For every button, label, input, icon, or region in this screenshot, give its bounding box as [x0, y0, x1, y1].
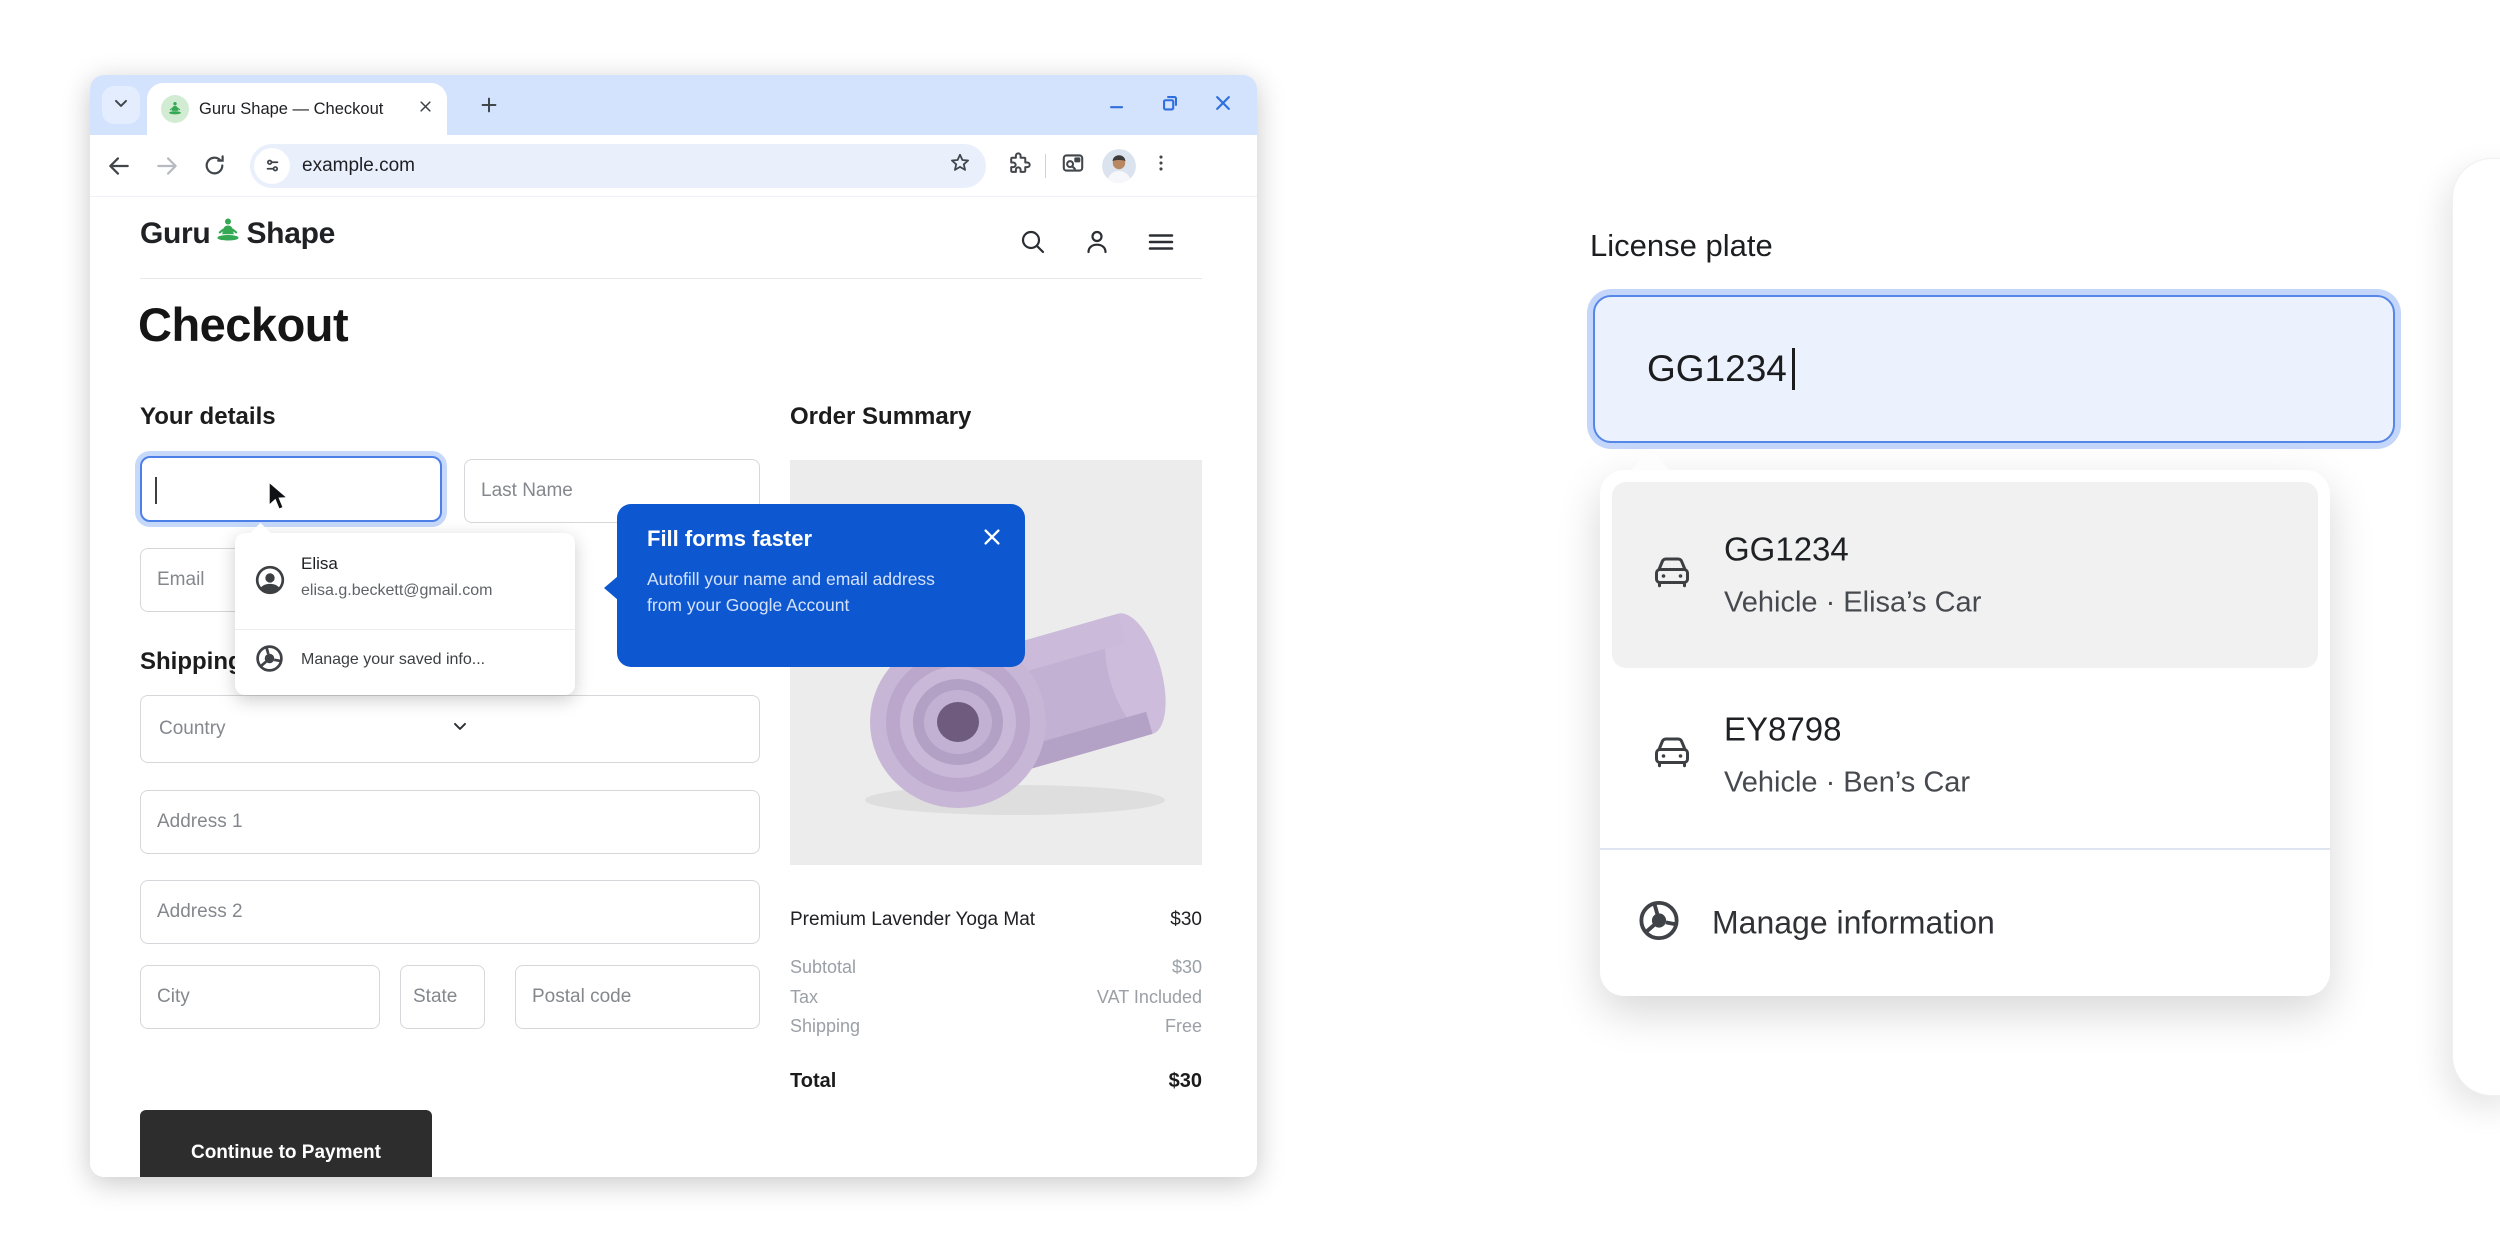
vehicle-plate: EY8798: [1724, 711, 1970, 749]
autofill-email: elisa.g.beckett@gmail.com: [301, 582, 492, 600]
menu-hamburger-icon[interactable]: [1146, 227, 1176, 262]
tab-guru-shape-checkout[interactable]: Guru Shape — Checkout: [147, 83, 447, 135]
bubble-close-icon[interactable]: [981, 526, 1003, 548]
chrome-icon: [254, 643, 285, 679]
subtotal-label: Subtotal: [790, 957, 856, 978]
minimize-button[interactable]: [1107, 93, 1127, 118]
tax-label: Tax: [790, 987, 818, 1008]
extensions-icon[interactable]: [1006, 151, 1031, 181]
subtotal-value: $30: [1172, 957, 1202, 978]
car-icon: [1648, 549, 1696, 602]
tax-value: VAT Included: [1097, 987, 1202, 1008]
total-value: $30: [1169, 1070, 1202, 1093]
tab-close-icon[interactable]: [418, 99, 433, 119]
state-field[interactable]: [400, 965, 485, 1029]
chevron-down-icon: [111, 93, 131, 118]
tab-title: Guru Shape — Checkout: [199, 100, 410, 119]
country-placeholder: Country: [159, 718, 450, 740]
vehicle-suggestion-ey8798[interactable]: EY8798 Vehicle · Ben’s Car: [1612, 662, 2318, 848]
site-favicon-icon: [161, 95, 189, 123]
license-plate-input[interactable]: GG1234: [1593, 295, 2395, 443]
address2-field[interactable]: [140, 880, 760, 944]
vehicle-sub: Vehicle · Elisa’s Car: [1724, 587, 1981, 620]
logo-text-right: Shape: [246, 217, 335, 251]
shipping-value: Free: [1165, 1016, 1202, 1037]
reload-icon[interactable]: [202, 153, 228, 179]
site-logo[interactable]: Guru Shape: [140, 215, 335, 252]
text-caret: [1792, 348, 1795, 390]
url-text: example.com: [302, 155, 948, 177]
restore-button[interactable]: [1159, 92, 1181, 119]
new-tab-button[interactable]: [474, 90, 504, 120]
postal-code-field[interactable]: [515, 965, 760, 1029]
shipping-label: Shipping: [790, 1016, 860, 1037]
autofill-suggestion-elisa[interactable]: [235, 533, 575, 629]
bubble-arrow: [604, 576, 618, 600]
vehicle-suggestion-gg1234[interactable]: GG1234 Vehicle · Elisa’s Car: [1612, 482, 2318, 668]
shipping-heading: Shipping: [140, 648, 243, 676]
city-field[interactable]: [140, 965, 380, 1029]
side-card-edge: [2452, 158, 2500, 1096]
address-bar[interactable]: example.com: [250, 144, 986, 188]
profile-avatar[interactable]: [1102, 149, 1136, 183]
your-details-heading: Your details: [140, 403, 276, 431]
vehicle-sub: Vehicle · Ben’s Car: [1724, 767, 1970, 800]
manage-saved-info-item[interactable]: Manage your saved info...: [301, 651, 485, 669]
browser-window: Guru Shape — Checkout: [90, 75, 1257, 1177]
product-name: Premium Lavender Yoga Mat: [790, 909, 1035, 931]
total-label: Total: [790, 1070, 836, 1093]
account-icon[interactable]: [1082, 227, 1112, 262]
bookmark-star-icon[interactable]: [948, 151, 972, 180]
vehicle-autofill-popup: GG1234 Vehicle · Elisa’s Car EY8798 Vehi…: [1600, 470, 2330, 996]
site-info-icon[interactable]: [254, 148, 290, 184]
browser-menu-kebab-icon[interactable]: [1150, 152, 1172, 179]
country-select[interactable]: Country: [140, 695, 760, 763]
tab-search-button[interactable]: [102, 86, 140, 124]
license-plate-value: GG1234: [1647, 348, 1787, 390]
chrome-icon: [1636, 898, 1682, 949]
side-panel-search-icon[interactable]: [1060, 150, 1086, 181]
forward-icon[interactable]: [154, 153, 180, 179]
bubble-body: Autofill your name and email address fro…: [647, 566, 969, 618]
logo-text-left: Guru: [140, 217, 210, 251]
mouse-cursor: [266, 481, 292, 518]
autofill-name: Elisa: [301, 554, 338, 574]
order-summary-heading: Order Summary: [790, 403, 971, 431]
lotus-icon: [212, 215, 244, 252]
back-icon[interactable]: [106, 153, 132, 179]
manage-information-label: Manage information: [1712, 905, 1995, 942]
tab-strip: Guru Shape — Checkout: [90, 75, 1257, 135]
bubble-title: Fill forms faster: [647, 526, 812, 552]
chevron-down-icon: [450, 716, 741, 742]
close-window-button[interactable]: [1213, 93, 1233, 118]
autofill-divider: [235, 629, 575, 630]
fill-forms-faster-bubble: Fill forms faster Autofill your name and…: [617, 504, 1025, 667]
autofill-popup: Elisa elisa.g.beckett@gmail.com Manage y…: [235, 533, 575, 695]
text-caret: [155, 477, 157, 504]
header-divider: [140, 278, 1202, 279]
browser-toolbar: example.com: [90, 135, 1257, 197]
page-title: Checkout: [138, 297, 348, 352]
search-icon[interactable]: [1018, 227, 1048, 262]
manage-information-item[interactable]: Manage information: [1600, 850, 2330, 996]
vehicle-plate: GG1234: [1724, 531, 1981, 569]
continue-to-payment-button[interactable]: Continue to Payment: [140, 1110, 432, 1177]
toolbar-separator: [1045, 154, 1046, 178]
license-plate-label: License plate: [1590, 228, 1773, 264]
address1-field[interactable]: [140, 790, 760, 854]
car-icon: [1648, 729, 1696, 782]
vehicle-popup-arrow: [1630, 449, 1670, 471]
product-price: $30: [1170, 909, 1202, 931]
